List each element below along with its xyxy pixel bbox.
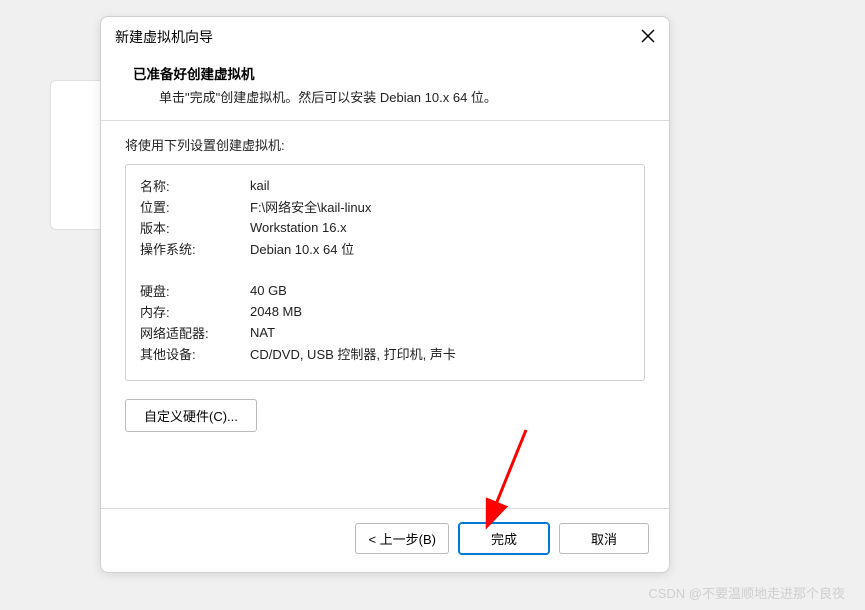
setting-value: kail (250, 175, 630, 196)
setting-value: Workstation 16.x (250, 217, 630, 238)
table-row: 其他设备: CD/DVD, USB 控制器, 打印机, 声卡 (140, 343, 630, 364)
watermark-text: CSDN @不要温顺地走进那个良夜 (648, 583, 845, 602)
table-row: 名称: kail (140, 175, 630, 196)
table-row: 版本: Workstation 16.x (140, 217, 630, 238)
close-icon[interactable] (641, 29, 655, 46)
setting-value: Debian 10.x 64 位 (250, 238, 630, 259)
button-row: < 上一步(B) 完成 取消 (101, 508, 669, 572)
titlebar: 新建虚拟机向导 (101, 17, 669, 57)
table-row: 位置: F:\网络安全\kail-linux (140, 196, 630, 217)
setting-label: 操作系统: (140, 238, 250, 259)
setting-value: CD/DVD, USB 控制器, 打印机, 声卡 (250, 343, 630, 364)
settings-box: 名称: kail 位置: F:\网络安全\kail-linux 版本: Work… (125, 164, 645, 381)
setting-label: 网络适配器: (140, 322, 250, 343)
table-row: 网络适配器: NAT (140, 322, 630, 343)
table-row: 硬盘: 40 GB (140, 280, 630, 301)
spacer-row (140, 259, 630, 280)
finish-button[interactable]: 完成 (459, 523, 549, 554)
setting-label: 名称: (140, 175, 250, 196)
table-row: 操作系统: Debian 10.x 64 位 (140, 238, 630, 259)
content-section: 将使用下列设置创建虚拟机: 名称: kail 位置: F:\网络安全\kail-… (101, 121, 669, 508)
setting-label: 硬盘: (140, 280, 250, 301)
dialog-title: 新建虚拟机向导 (115, 27, 213, 47)
back-button[interactable]: < 上一步(B) (355, 523, 449, 554)
new-vm-wizard-dialog: 新建虚拟机向导 已准备好创建虚拟机 单击"完成"创建虚拟机。然后可以安装 Deb… (100, 16, 670, 573)
setting-value: 40 GB (250, 280, 630, 301)
setting-value: 2048 MB (250, 301, 630, 322)
table-row: 内存: 2048 MB (140, 301, 630, 322)
setting-value: F:\网络安全\kail-linux (250, 196, 630, 217)
setting-label: 版本: (140, 217, 250, 238)
cancel-button[interactable]: 取消 (559, 523, 649, 554)
customize-hardware-button[interactable]: 自定义硬件(C)... (125, 399, 257, 432)
header-section: 已准备好创建虚拟机 单击"完成"创建虚拟机。然后可以安装 Debian 10.x… (101, 57, 669, 121)
header-title: 已准备好创建虚拟机 (133, 63, 645, 83)
setting-value: NAT (250, 322, 630, 343)
header-subtitle: 单击"完成"创建虚拟机。然后可以安装 Debian 10.x 64 位。 (133, 87, 645, 106)
setting-label: 内存: (140, 301, 250, 322)
setting-label: 其他设备: (140, 343, 250, 364)
setting-label: 位置: (140, 196, 250, 217)
settings-table: 名称: kail 位置: F:\网络安全\kail-linux 版本: Work… (140, 175, 630, 364)
content-label: 将使用下列设置创建虚拟机: (125, 135, 645, 154)
